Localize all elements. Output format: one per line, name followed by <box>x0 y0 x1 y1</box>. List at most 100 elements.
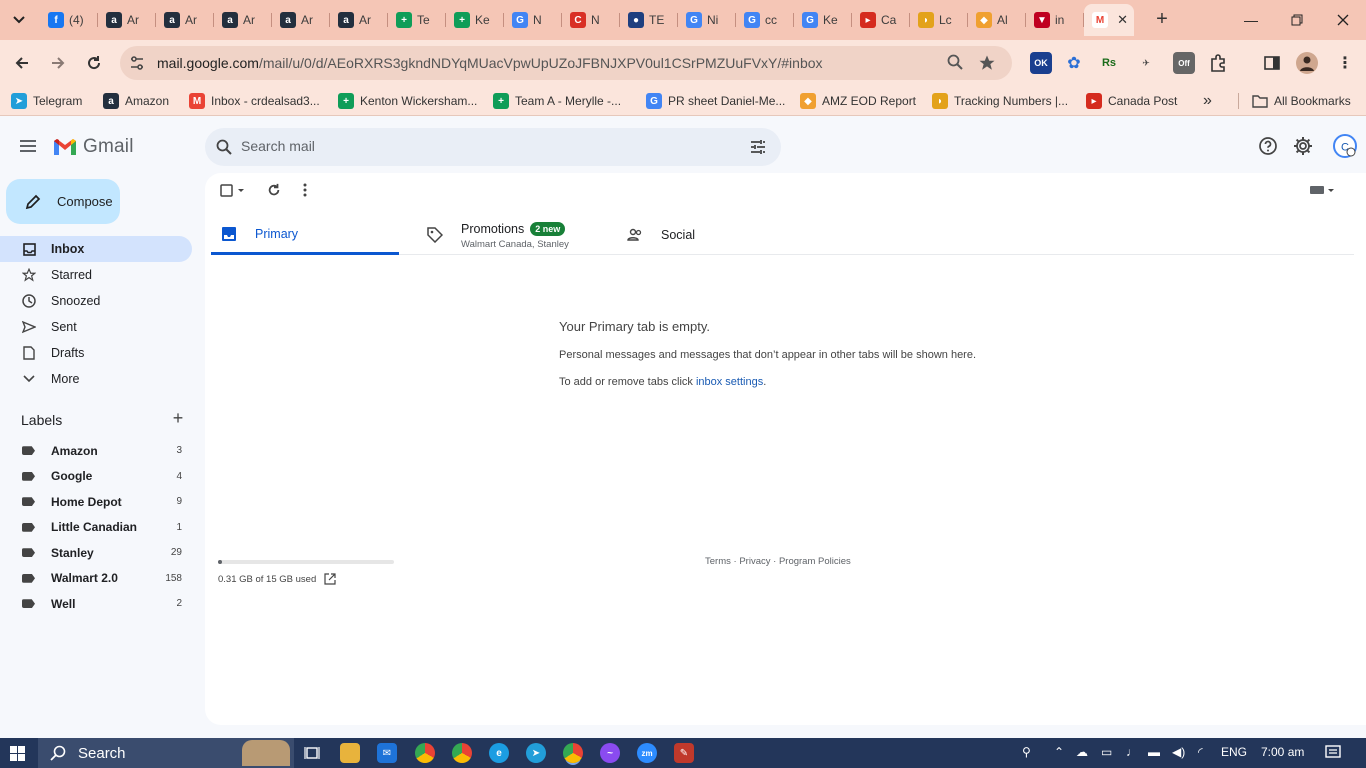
input-tools-button[interactable] <box>1309 183 1335 199</box>
privacy-link[interactable]: Privacy <box>739 556 770 567</box>
main-menu-button[interactable] <box>16 134 40 158</box>
refresh-button[interactable] <box>267 183 281 199</box>
file-explorer-icon[interactable] <box>340 743 360 763</box>
browser-tab[interactable]: a Ar <box>214 4 272 36</box>
browser-tab[interactable]: G Ke <box>794 4 852 36</box>
omnibox[interactable]: mail.google.com/mail/u/0/d/AEoRXRS3gkndN… <box>120 46 1012 80</box>
browser-menu-icon[interactable]: ⋮ <box>1334 52 1356 74</box>
browser-tab[interactable]: GN <box>504 4 562 36</box>
bookmark-item[interactable]: ◗ Tracking Numbers |... <box>932 92 1068 110</box>
chrome-icon[interactable] <box>452 743 472 763</box>
browser-tab[interactable]: + Te <box>388 4 446 36</box>
label-item[interactable]: Google 4 <box>0 464 192 490</box>
bookmark-item[interactable]: + Kenton Wickersham... <box>338 92 477 110</box>
search-options-icon[interactable] <box>749 138 767 156</box>
tab-search-button[interactable] <box>6 8 32 32</box>
task-view-icon[interactable] <box>302 743 322 763</box>
extension-plane-icon[interactable]: ✈ <box>1135 52 1157 74</box>
select-checkbox[interactable] <box>220 183 250 199</box>
bookmark-item[interactable]: ▸ Canada Post <box>1086 92 1177 110</box>
browser-tab[interactable]: ▼ in <box>1026 4 1084 36</box>
browser-tab[interactable]: ▸ Ca <box>852 4 910 36</box>
bookmark-item[interactable]: + Team A - Merylle -... <box>493 92 621 110</box>
display-tray-icon[interactable]: ▭ <box>1101 745 1112 759</box>
cloud-tray-icon[interactable]: ☁ <box>1076 745 1088 759</box>
mic-tray-icon[interactable]: ♩ <box>1126 745 1138 759</box>
search-icon[interactable] <box>216 139 232 155</box>
gmail-logo[interactable]: Gmail <box>52 136 134 158</box>
create-label-button[interactable]: + <box>170 409 186 427</box>
mail-app-icon[interactable]: ✉ <box>377 743 397 763</box>
browser-tab[interactable]: ● TE <box>620 4 678 36</box>
label-item[interactable]: Walmart 2.0 158 <box>0 566 192 592</box>
people-tray-icon[interactable]: ⚲ <box>1022 745 1031 759</box>
label-item[interactable]: Amazon 3 <box>0 438 192 464</box>
account-avatar[interactable]: C <box>1332 133 1358 159</box>
nav-item-more[interactable]: More <box>0 366 192 392</box>
battery-tray-icon[interactable]: ▬ <box>1148 745 1160 759</box>
browser-tab[interactable]: ◆ Al <box>968 4 1026 36</box>
wifi-tray-icon[interactable]: ◜ <box>1198 745 1203 759</box>
browser-tab[interactable]: Gcc <box>736 4 794 36</box>
minimize-button[interactable]: — <box>1228 0 1274 40</box>
site-info-icon[interactable] <box>128 54 146 72</box>
more-actions-button[interactable] <box>302 183 308 199</box>
tray-chevron-icon[interactable]: ⌃ <box>1054 745 1064 759</box>
search-input[interactable] <box>241 138 721 154</box>
reload-button[interactable] <box>81 50 107 76</box>
extension-rs-icon[interactable]: Rs <box>1098 52 1120 74</box>
taskbar-search[interactable]: Search <box>38 738 294 768</box>
language-indicator[interactable]: ENG <box>1221 745 1247 759</box>
compose-button[interactable]: Compose <box>6 179 120 224</box>
extensions-puzzle-icon[interactable] <box>1207 52 1229 74</box>
inbox-settings-link[interactable]: inbox settings <box>696 376 763 388</box>
bookmark-star-icon[interactable] <box>978 54 996 72</box>
close-tab-icon[interactable]: ✕ <box>1117 12 1128 28</box>
browser-tab[interactable]: f (4) <box>40 4 98 36</box>
edge-icon[interactable]: e <box>489 743 509 763</box>
extension-off-icon[interactable]: Off <box>1173 52 1195 74</box>
browser-tab[interactable]: a Ar <box>98 4 156 36</box>
bookmark-item[interactable]: ◆ AMZ EOD Report <box>800 92 916 110</box>
bookmark-item[interactable]: G PR sheet Daniel-Me... <box>646 92 785 110</box>
nav-item-starred[interactable]: Starred <box>0 262 192 288</box>
close-window-button[interactable] <box>1320 0 1366 40</box>
help-icon[interactable] <box>1257 135 1279 157</box>
chrome-active-icon[interactable] <box>563 743 583 763</box>
open-in-new-icon[interactable] <box>324 573 336 585</box>
label-item[interactable]: Little Canadian 1 <box>0 515 192 541</box>
extension-gear-icon[interactable]: ✿ <box>1063 52 1085 74</box>
windows-start-icon[interactable] <box>10 746 25 761</box>
bookmark-item[interactable]: ➤ Telegram <box>11 92 82 110</box>
messenger-icon[interactable]: ~ <box>600 743 620 763</box>
app-icon[interactable]: ✎ <box>674 743 694 763</box>
new-tab-button[interactable]: + <box>1150 8 1174 32</box>
zoom-search-icon[interactable] <box>946 54 964 72</box>
nav-item-sent[interactable]: Sent <box>0 314 192 340</box>
label-item[interactable]: Well 2 <box>0 591 192 617</box>
telegram-icon[interactable]: ➤ <box>526 743 546 763</box>
nav-item-snoozed[interactable]: Snoozed <box>0 288 192 314</box>
tab-promotions[interactable]: Promotions 2 new Walmart Canada, Stanley <box>417 215 617 255</box>
browser-tab[interactable]: ◗ Lc <box>910 4 968 36</box>
label-item[interactable]: Stanley 29 <box>0 540 192 566</box>
nav-item-drafts[interactable]: Drafts <box>0 340 192 366</box>
search-bar[interactable] <box>205 128 781 166</box>
tab-primary[interactable]: Primary <box>211 215 399 255</box>
clock[interactable]: 7:00 am <box>1261 745 1304 759</box>
browser-tab[interactable]: a Ar <box>272 4 330 36</box>
browser-tab[interactable]: a Ar <box>156 4 214 36</box>
bookmark-item[interactable]: M Inbox - crdealsad3... <box>189 92 320 110</box>
forward-button[interactable] <box>45 50 71 76</box>
program-policies-link[interactable]: Program Policies <box>779 556 851 567</box>
zoom-icon[interactable]: zm <box>637 743 657 763</box>
side-panel-icon[interactable] <box>1261 52 1283 74</box>
more-bookmarks-button[interactable]: » <box>1203 92 1212 110</box>
nav-item-inbox[interactable]: Inbox <box>0 236 192 262</box>
profile-avatar[interactable] <box>1296 52 1318 74</box>
chrome-icon[interactable] <box>415 743 435 763</box>
terms-link[interactable]: Terms <box>705 556 731 567</box>
browser-tab[interactable]: CN <box>562 4 620 36</box>
bookmark-item[interactable]: a Amazon <box>103 92 169 110</box>
restore-button[interactable] <box>1274 0 1320 40</box>
